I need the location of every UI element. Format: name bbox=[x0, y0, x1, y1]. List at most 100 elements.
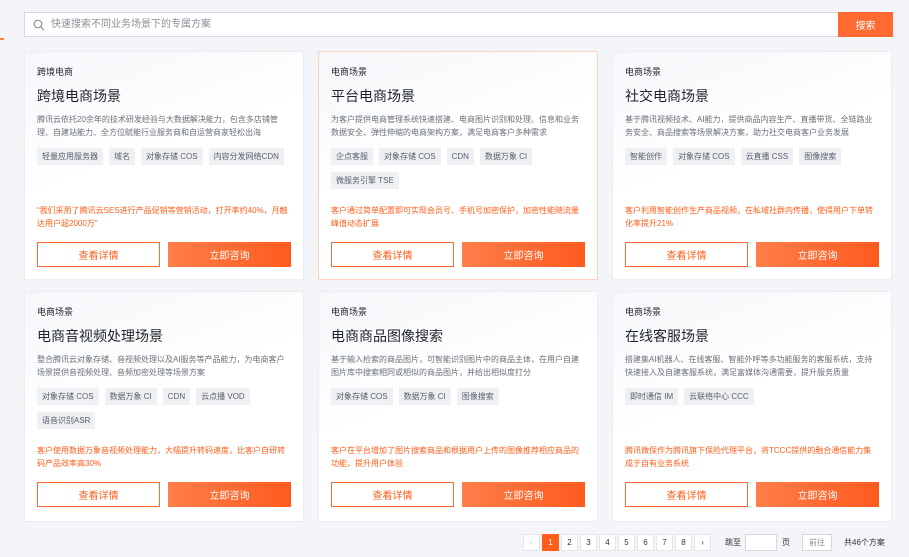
view-details-button[interactable]: 查看详情 bbox=[37, 482, 160, 507]
search-bar: 搜索 bbox=[24, 12, 893, 37]
consult-now-button[interactable]: 立即咨询 bbox=[756, 242, 879, 267]
customer-case: “我们采用了腾讯云SES进行产品促销等营销活动，打开率约40%，月触达用户超20… bbox=[37, 206, 288, 228]
card-title: 在线客服场景 bbox=[625, 328, 709, 344]
product-tag[interactable]: CDN bbox=[446, 148, 474, 165]
solution-card-image-search[interactable]: 电商场景 电商商品图像搜索 基于输入检索的商品图片，可智能识别图片中的商品主体，… bbox=[318, 291, 598, 522]
tag-list: 对象存储 COS 数据万象 CI CDN 云点播 VOD 语音识别ASR bbox=[37, 388, 291, 430]
page-unit-label: 页 bbox=[782, 538, 790, 547]
search-button[interactable]: 搜索 bbox=[838, 12, 893, 37]
card-actions: 查看详情 立即咨询 bbox=[37, 482, 291, 507]
product-tag[interactable]: 数据万象 CI bbox=[479, 148, 533, 165]
consult-now-button[interactable]: 立即咨询 bbox=[462, 242, 585, 267]
solution-card-av-processing[interactable]: 电商场景 电商音视频处理场景 整合腾讯云对象存储、音视频处理以及AI服务等产品能… bbox=[24, 291, 304, 522]
consult-now-button[interactable]: 立即咨询 bbox=[756, 482, 879, 507]
card-title: 电商商品图像搜索 bbox=[331, 328, 443, 344]
consult-now-button[interactable]: 立即咨询 bbox=[462, 482, 585, 507]
solution-card-customer-service[interactable]: 电商场景 在线客服场景 搭建集AI机器人、在线客服、智能外呼等多功能服务的客服系… bbox=[612, 291, 892, 522]
solution-grid: 跨境电商 跨境电商场景 腾讯云依托20余年的技术研发经验与大数据解决能力，包含多… bbox=[24, 51, 892, 522]
view-details-button[interactable]: 查看详情 bbox=[331, 482, 454, 507]
card-title: 电商音视频处理场景 bbox=[37, 328, 163, 344]
product-tag[interactable]: 语音识别ASR bbox=[37, 412, 96, 429]
product-tag[interactable]: 内容分发网络CDN bbox=[208, 148, 284, 165]
product-tag[interactable]: CDN bbox=[162, 388, 191, 405]
card-description: 搭建集AI机器人、在线客服、智能外呼等多功能服务的客服系统，支持快速接入及自建客… bbox=[625, 355, 873, 377]
card-title: 社交电商场景 bbox=[625, 88, 709, 104]
jump-page-input[interactable] bbox=[745, 534, 777, 551]
product-tag[interactable]: 对象存储 COS bbox=[141, 148, 203, 165]
card-description: 基于腾讯视频技术、AI能力，提供商品内容生产、直播带货、全链路业务安全、商品搜索… bbox=[625, 115, 873, 137]
product-tag[interactable]: 对象存储 COS bbox=[379, 148, 441, 165]
product-tag[interactable]: 企点客服 bbox=[331, 148, 373, 165]
product-tag[interactable]: 对象存储 COS bbox=[37, 388, 99, 405]
edge-accent-mark bbox=[0, 38, 4, 40]
total-count: 共46个方案 bbox=[844, 538, 885, 547]
solution-card-social[interactable]: 电商场景 社交电商场景 基于腾讯视频技术、AI能力，提供商品内容生产、直播带货、… bbox=[612, 51, 892, 280]
customer-case: 客户使用数据万象音视频处理能力，大幅提升转码速度，比客户自研转码产品效率高30% bbox=[37, 446, 285, 468]
customer-case: 腾讯微保作为腾讯旗下保险代理平台，将TCCC提供的融合通信能力集成于自有业务系统 bbox=[625, 446, 872, 468]
tag-list: 轻量应用服务器 域名 对象存储 COS 内容分发网络CDN bbox=[37, 148, 291, 190]
pagination: ‹ 1 2 3 4 5 6 7 8 › 跳至 页 前往 共46个方案 bbox=[523, 534, 885, 551]
search-input[interactable] bbox=[51, 14, 838, 35]
prev-page-button[interactable]: ‹ bbox=[523, 534, 540, 551]
solution-card-platform[interactable]: 电商场景 平台电商场景 为客户提供电商管理系统快速搭建、电商图片识别和处理、信息… bbox=[318, 51, 598, 280]
card-actions: 查看详情 立即咨询 bbox=[37, 242, 291, 267]
card-category: 电商场景 bbox=[331, 67, 368, 77]
card-category: 电商场景 bbox=[625, 307, 662, 317]
product-tag[interactable]: 域名 bbox=[109, 148, 135, 165]
page-number-4[interactable]: 4 bbox=[599, 534, 616, 551]
search-box[interactable] bbox=[24, 12, 838, 37]
card-actions: 查看详情 立即咨询 bbox=[331, 242, 585, 267]
go-button[interactable]: 前往 bbox=[802, 534, 832, 551]
consult-now-button[interactable]: 立即咨询 bbox=[168, 242, 291, 267]
tag-list: 企点客服 对象存储 COS CDN 数据万象 CI 微服务引擎 TSE bbox=[331, 148, 585, 190]
card-category: 电商场景 bbox=[625, 67, 662, 77]
product-tag[interactable]: 即时通信 IM bbox=[625, 388, 679, 405]
card-title: 平台电商场景 bbox=[331, 88, 415, 104]
product-tag[interactable]: 云直播 CSS bbox=[740, 148, 794, 165]
view-details-button[interactable]: 查看详情 bbox=[625, 482, 748, 507]
card-description: 腾讯云依托20余年的技术研发经验与大数据解决能力，包含多店铺管理、自建站能力、全… bbox=[37, 115, 278, 137]
view-details-button[interactable]: 查看详情 bbox=[331, 242, 454, 267]
card-description: 为客户提供电商管理系统快速搭建、电商图片识别和处理、信息和业务数据安全、弹性伸缩… bbox=[331, 115, 579, 137]
product-tag[interactable]: 云点播 VOD bbox=[196, 388, 250, 405]
card-category: 跨境电商 bbox=[37, 67, 74, 77]
product-tag[interactable]: 智能创作 bbox=[625, 148, 667, 165]
tag-list: 智能创作 对象存储 COS 云直播 CSS 图像搜索 bbox=[625, 148, 879, 190]
card-actions: 查看详情 立即咨询 bbox=[625, 482, 879, 507]
product-tag[interactable]: 数据万象 CI bbox=[398, 388, 451, 405]
page-number-2[interactable]: 2 bbox=[561, 534, 578, 551]
page-number-1[interactable]: 1 bbox=[542, 534, 559, 551]
product-tag[interactable]: 对象存储 COS bbox=[331, 388, 393, 405]
product-tag[interactable]: 图像搜索 bbox=[799, 148, 842, 165]
card-actions: 查看详情 立即咨询 bbox=[331, 482, 585, 507]
page-number-6[interactable]: 6 bbox=[637, 534, 654, 551]
product-tag[interactable]: 云联络中心 CCC bbox=[684, 388, 754, 405]
page-number-8[interactable]: 8 bbox=[675, 534, 692, 551]
card-description: 基于输入检索的商品图片，可智能识别图片中的商品主体，在用户自建图片库中搜索相同或… bbox=[331, 355, 579, 377]
product-tag[interactable]: 图像搜索 bbox=[456, 388, 499, 405]
view-details-button[interactable]: 查看详情 bbox=[37, 242, 160, 267]
jump-to-label: 跳至 bbox=[725, 538, 741, 547]
card-category: 电商场景 bbox=[331, 307, 368, 317]
view-details-button[interactable]: 查看详情 bbox=[625, 242, 748, 267]
page-number-3[interactable]: 3 bbox=[580, 534, 597, 551]
product-tag[interactable]: 对象存储 COS bbox=[673, 148, 735, 165]
customer-case: 客户通过简单配置即可实现会员号、手机号加密保护，加密性能随流量峰值动态扩展 bbox=[331, 206, 579, 228]
card-description: 整合腾讯云对象存储、音视频处理以及AI服务等产品能力，为电商客户场景提供音视频处… bbox=[37, 355, 285, 377]
customer-case: 客户在平台增加了图片搜索商品和根据用户上传的图像推荐相应商品的功能，提升用户体验 bbox=[331, 446, 579, 468]
tag-list: 对象存储 COS 数据万象 CI 图像搜索 bbox=[331, 388, 585, 430]
solution-card-cross-border[interactable]: 跨境电商 跨境电商场景 腾讯云依托20余年的技术研发经验与大数据解决能力，包含多… bbox=[24, 51, 304, 280]
card-actions: 查看详情 立即咨询 bbox=[625, 242, 879, 267]
product-tag[interactable]: 数据万象 CI bbox=[104, 388, 157, 405]
search-icon bbox=[33, 19, 45, 30]
product-tag[interactable]: 微服务引擎 TSE bbox=[331, 172, 399, 189]
next-page-button[interactable]: › bbox=[694, 534, 711, 551]
customer-case: 客户利用智能创作生产商品视频，在私域社群内传播，使得用户下单转化率提升21% bbox=[625, 206, 873, 228]
page-number-7[interactable]: 7 bbox=[656, 534, 673, 551]
tag-list: 即时通信 IM 云联络中心 CCC bbox=[625, 388, 879, 430]
page: 搜索 跨境电商 跨境电商场景 腾讯云依托20余年的技术研发经验与大数据解决能力，… bbox=[0, 0, 909, 557]
consult-now-button[interactable]: 立即咨询 bbox=[168, 482, 291, 507]
product-tag[interactable]: 轻量应用服务器 bbox=[37, 148, 103, 165]
page-number-5[interactable]: 5 bbox=[618, 534, 635, 551]
card-title: 跨境电商场景 bbox=[37, 88, 121, 104]
